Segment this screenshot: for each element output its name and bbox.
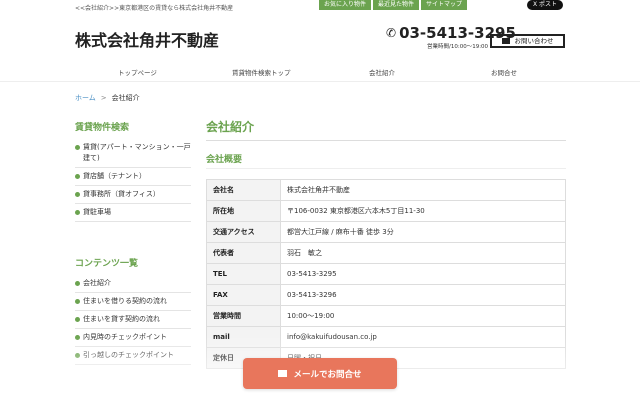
sidebar-item-rental[interactable]: 賃貸(アパート・マンション・一戸建て) <box>75 139 191 168</box>
top-breadcrumb: <<会社紹介>>東京都港区の賃貸なら株式会社角井不動産 <box>75 5 234 12</box>
sidebar: 賃貸物件検索 賃貸(アパート・マンション・一戸建て) 貸店舗（テナント） 貸事務… <box>75 120 191 365</box>
row-label: 所在地 <box>206 200 281 222</box>
nav-item-top[interactable]: トップページ <box>118 67 157 77</box>
business-hours: 営業時間/10:00〜19:00 <box>427 44 489 50</box>
recent-link[interactable]: 最近見た物件 <box>373 0 420 10</box>
row-label: FAX <box>206 284 281 306</box>
page-title: 会社紹介 <box>206 118 566 141</box>
company-info-table: 会社名 株式会社角井不動産 所在地 〒106-0032 東京都港区六本木5丁目11-… <box>206 179 566 369</box>
row-value: 株式会社角井不動産 <box>280 179 566 201</box>
floating-button-label: メールでお問合せ <box>293 369 362 380</box>
company-logo-title[interactable]: 株式会社角井不動産 <box>75 27 219 51</box>
nav-item-search[interactable]: 賃貸物件検索トップ <box>232 67 291 77</box>
breadcrumb: ホーム > 会社紹介 <box>75 93 140 103</box>
table-row: 営業時間 10:00〜19:00 <box>206 305 566 327</box>
phone-icon: ✆ <box>386 26 397 40</box>
sidebar-search-heading: 賃貸物件検索 <box>75 123 130 133</box>
sidebar-item-lend-flow[interactable]: 住まいを貸す契約の流れ <box>75 311 191 329</box>
row-label: 営業時間 <box>206 305 281 327</box>
row-label: 交通アクセス <box>206 221 281 243</box>
sidebar-search-list: 賃貸(アパート・マンション・一戸建て) 貸店舗（テナント） 貸事務所（貸オフィス… <box>75 139 191 222</box>
table-row: 会社名 株式会社角井不動産 <box>206 179 566 201</box>
contact-button-label: お問い合わせ <box>514 37 554 45</box>
row-label: 代表者 <box>206 242 281 264</box>
top-links: お気に入り物件 最近見た物件 サイトマップ <box>319 0 468 10</box>
contact-button[interactable]: お問い合わせ <box>490 34 565 48</box>
sidebar-contents-heading: コンテンツ一覧 <box>75 259 139 269</box>
table-row: TEL 03-5413-3295 <box>206 263 566 285</box>
x-post-button[interactable]: X ポスト <box>527 0 563 10</box>
table-row: 代表者 羽石 敏之 <box>206 242 566 264</box>
row-value[interactable]: info@kakuifudousan.co.jp <box>280 326 566 348</box>
favorites-link[interactable]: お気に入り物件 <box>319 0 372 10</box>
section-title: 会社概要 <box>206 155 243 165</box>
nav-item-company[interactable]: 会社紹介 <box>369 67 395 77</box>
sitemap-link[interactable]: サイトマップ <box>421 0 468 10</box>
top-bar: <<会社紹介>>東京都港区の賃貸なら株式会社角井不動産 お気に入り物件 最近見た… <box>0 0 640 12</box>
section-divider <box>206 168 566 169</box>
mail-contact-floating-button[interactable]: メールでお問合せ <box>243 358 397 389</box>
sidebar-item-parking[interactable]: 貸駐車場 <box>75 204 191 222</box>
nav-item-contact[interactable]: お問合せ <box>491 67 517 77</box>
table-row: 交通アクセス 都営大江戸線 / 麻布十番 徒歩 3分 <box>206 221 566 243</box>
breadcrumb-current: 会社紹介 <box>111 94 140 102</box>
sidebar-contents-list: 会社紹介 住まいを借りる契約の流れ 住まいを貸す契約の流れ 内見時のチェックポイ… <box>75 275 191 365</box>
row-value: 〒106-0032 東京都港区六本木5丁目11-30 <box>280 200 566 222</box>
breadcrumb-separator: > <box>100 94 107 102</box>
sidebar-item-viewing-check[interactable]: 内見時のチェックポイント <box>75 329 191 347</box>
row-value: 都営大江戸線 / 麻布十番 徒歩 3分 <box>280 221 566 243</box>
envelope-icon <box>278 370 288 377</box>
mail-icon <box>501 38 510 44</box>
table-row: 所在地 〒106-0032 東京都港区六本木5丁目11-30 <box>206 200 566 222</box>
main-content: 会社紹介 会社概要 会社名 株式会社角井不動産 所在地 〒106-0032 東京都港… <box>206 118 566 369</box>
row-value: 03-5413-3295 <box>280 263 566 285</box>
sidebar-item-office[interactable]: 貸事務所（貸オフィス） <box>75 186 191 204</box>
row-value: 10:00〜19:00 <box>280 305 566 327</box>
sidebar-item-company[interactable]: 会社紹介 <box>75 275 191 293</box>
sidebar-item-store[interactable]: 貸店舗（テナント） <box>75 168 191 186</box>
table-row: mail info@kakuifudousan.co.jp <box>206 326 566 348</box>
global-nav: トップページ 賃貸物件検索トップ 会社紹介 お問合せ <box>0 62 640 82</box>
table-row: FAX 03-5413-3296 <box>206 284 566 306</box>
sidebar-item-rent-flow[interactable]: 住まいを借りる契約の流れ <box>75 293 191 311</box>
row-label: TEL <box>206 263 281 285</box>
row-value: 羽石 敏之 <box>280 242 566 264</box>
row-label: mail <box>206 326 281 348</box>
breadcrumb-home[interactable]: ホーム <box>75 94 96 102</box>
sidebar-item-moving-check[interactable]: 引っ越しのチェックポイント <box>75 347 191 365</box>
row-label: 会社名 <box>206 179 281 201</box>
row-value: 03-5413-3296 <box>280 284 566 306</box>
